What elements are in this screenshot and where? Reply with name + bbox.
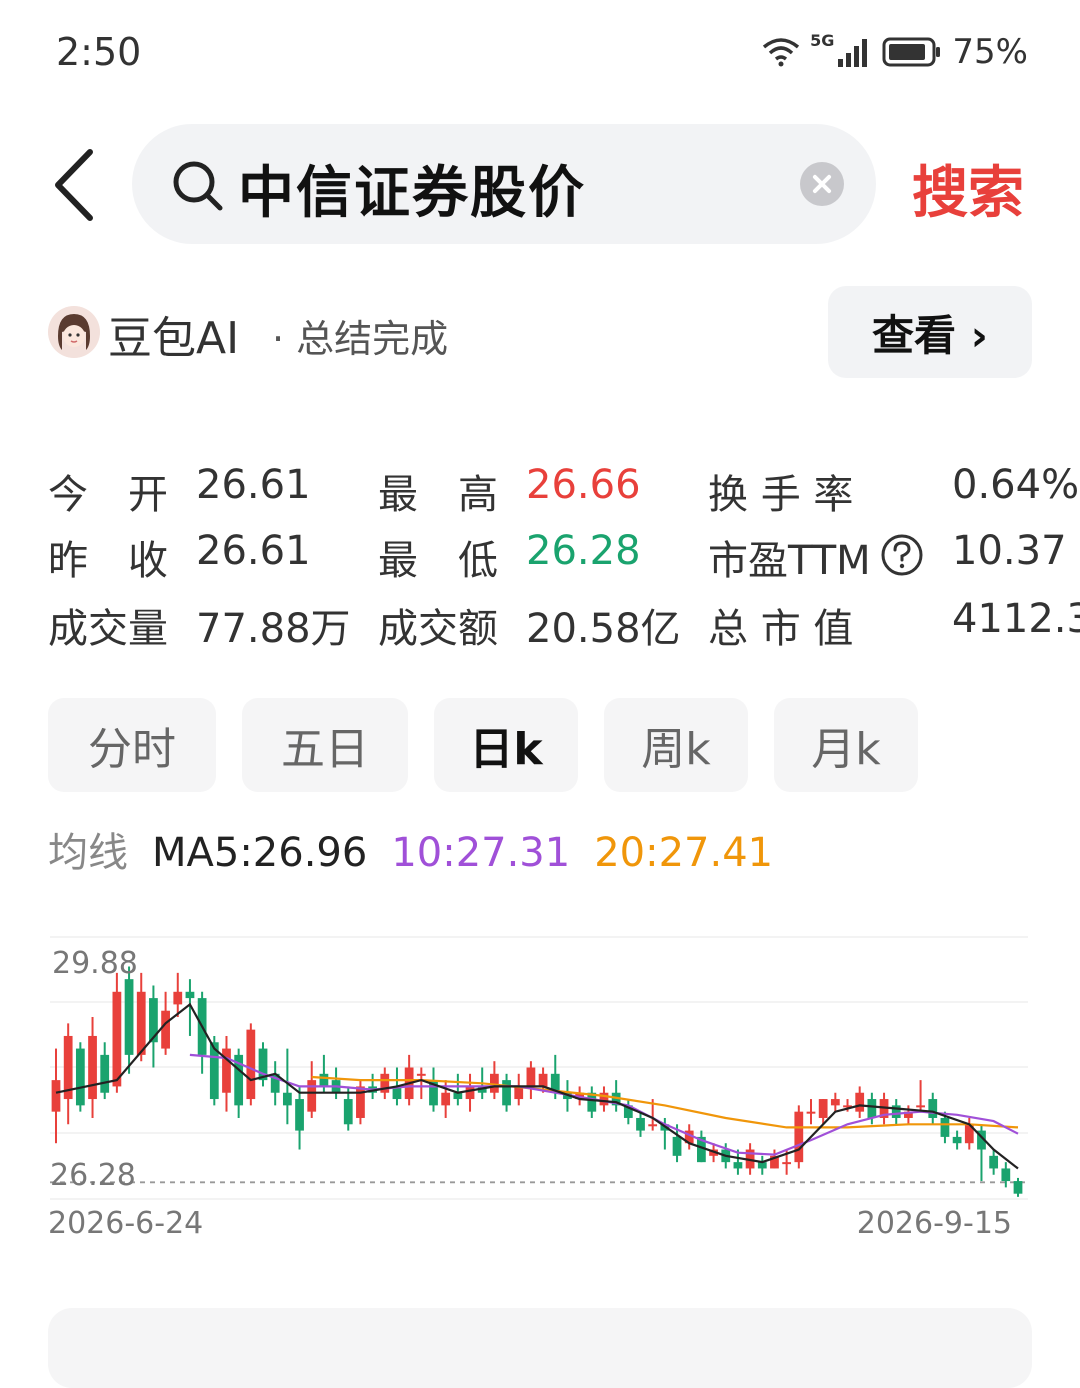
candle-body [246, 1029, 256, 1100]
candle-body [928, 1099, 938, 1118]
y-axis-label-bottom: 26.28 [50, 1158, 136, 1193]
ma10-value: 10:27.31 [391, 830, 571, 876]
network-type-label: 5G [810, 30, 835, 50]
quote-label: 成交额 [378, 606, 498, 652]
quote-value: 26.61 [196, 462, 311, 508]
candle-body [636, 1117, 645, 1131]
candle-body [465, 1086, 475, 1100]
candle-body [806, 1111, 816, 1114]
candle-body [672, 1136, 682, 1156]
battery-percent: 75% [952, 32, 1028, 72]
search-input[interactable]: 中信证券股价 [238, 148, 586, 229]
candle-body [295, 1099, 304, 1131]
quote-label: 换 手 率 [708, 472, 854, 518]
tab-daily-k[interactable]: 日k [434, 698, 578, 792]
candle-body [648, 1124, 658, 1127]
candle-body [538, 1073, 548, 1087]
candle-body [1001, 1168, 1011, 1182]
candle-body [502, 1080, 511, 1106]
candle-body [343, 1099, 353, 1125]
candle-body [416, 1073, 426, 1076]
candle-body [940, 1117, 950, 1137]
candle-body [319, 1073, 329, 1087]
battery-icon [882, 37, 941, 67]
candle-body [782, 1162, 792, 1165]
status-icons: 5G 75% [762, 30, 1028, 72]
quote-label: 市盈TTM [708, 538, 871, 584]
quote-label: 今 开 [48, 472, 168, 518]
ma20-value: 20:27.41 [594, 830, 774, 876]
quote-value: 10.37 [952, 528, 1067, 574]
quote-value: 77.88万 [196, 606, 351, 652]
quote-value: 0.64% [952, 462, 1080, 508]
candle-body [51, 1080, 61, 1112]
signal-icon [838, 39, 868, 67]
candlestick-chart[interactable]: 29.88 26.28 2026-6-24 2026-9-15 [0, 920, 1080, 1250]
clear-search-icon[interactable] [800, 162, 844, 206]
wifi-icon [763, 38, 800, 67]
ma-label: 均线 [48, 830, 128, 876]
back-arrow-icon[interactable] [50, 148, 100, 222]
x-axis-label-start: 2026-6-24 [48, 1206, 203, 1241]
quote-value: 26.61 [196, 528, 311, 574]
ai-status: · 总结完成 [272, 317, 449, 361]
candle-body [173, 991, 183, 1005]
candle-body [307, 1080, 317, 1112]
candle-body [185, 991, 195, 999]
candle-body [952, 1136, 962, 1144]
candle-body [818, 1099, 828, 1118]
bottom-card [48, 1308, 1032, 1388]
quote-label: 昨 收 [48, 538, 168, 584]
candle-body [830, 1099, 840, 1106]
quote-label: 最 高 [378, 472, 498, 518]
candle-body [136, 991, 146, 1055]
moving-average-legend: 均线 MA5:26.96 10:27.31 20:27.41 [48, 820, 773, 878]
candle-body [867, 1099, 877, 1118]
candle-body [916, 1105, 925, 1108]
tab-weekly-k[interactable]: 周k [604, 698, 748, 792]
tab-five-day[interactable]: 五日 [242, 698, 408, 792]
candle-body [88, 1035, 97, 1100]
quote-value: 20.58亿 [526, 606, 681, 652]
candle-body [855, 1092, 865, 1112]
tab-intraday[interactable]: 分时 [48, 698, 216, 792]
quote-value: 26.66 [526, 462, 641, 508]
ma5-value: MA5:26.96 [152, 830, 368, 876]
quote-value: 26.28 [526, 528, 641, 574]
tab-monthly-k[interactable]: 月k [774, 698, 918, 792]
candle-body [441, 1092, 451, 1106]
candle-body [100, 1054, 110, 1093]
search-button[interactable]: 搜索 [912, 148, 1024, 229]
candle-body [124, 979, 134, 1055]
ai-name: 豆包AI [108, 313, 240, 364]
status-time: 2:50 [56, 30, 142, 74]
ai-avatar [48, 306, 100, 358]
search-icon [173, 161, 223, 211]
candle-body [112, 991, 122, 1087]
candle-body [526, 1067, 536, 1087]
candle-body [989, 1155, 999, 1169]
candle-body [733, 1162, 743, 1169]
candle-body [282, 1092, 292, 1106]
help-icon[interactable] [880, 533, 924, 577]
quote-label: 最 低 [378, 538, 498, 584]
candle-body [149, 998, 158, 1043]
x-axis-label-end: 2026-9-15 [857, 1206, 1012, 1241]
view-summary-button[interactable]: 查看 › [828, 286, 1032, 378]
candle-body [161, 1010, 170, 1049]
candle-body [1013, 1181, 1023, 1194]
y-axis-label-top: 29.88 [52, 946, 138, 981]
quote-label: 总 市 值 [708, 606, 854, 652]
candle-body [794, 1111, 804, 1163]
quote-value: 4112.3 [952, 596, 1080, 642]
quote-label: 成交量 [48, 606, 168, 652]
candle-body [75, 1048, 85, 1106]
